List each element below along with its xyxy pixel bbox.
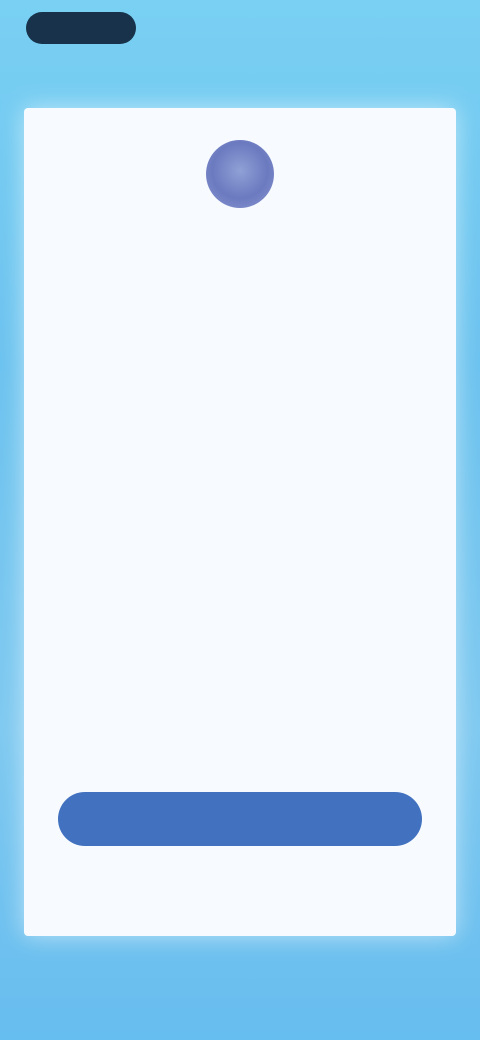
status-pill — [26, 12, 136, 44]
app-logo-icon — [206, 140, 274, 208]
primary-action-button[interactable] — [58, 792, 422, 846]
dialog-card — [24, 108, 456, 936]
